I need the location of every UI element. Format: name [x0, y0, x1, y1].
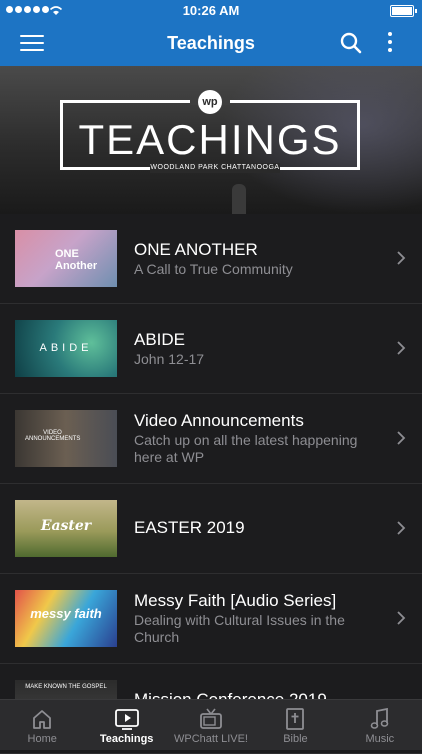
tab-music[interactable]: Music	[338, 700, 422, 750]
thumbnail-text: ONE Another	[55, 248, 98, 272]
hero-subline: WOODLAND PARK CHATTANOOGA	[150, 163, 280, 173]
teachings-list: ONE Another ONE ANOTHER A Call to True C…	[0, 214, 422, 754]
list-item-one-another[interactable]: ONE Another ONE ANOTHER A Call to True C…	[0, 214, 422, 304]
wp-logo-badge: wp	[198, 90, 222, 114]
item-title: Video Announcements	[134, 411, 304, 430]
tab-label: Music	[365, 733, 395, 745]
list-item-abide[interactable]: ABIDE ABIDE John 12-17	[0, 304, 422, 394]
header-bar: Teachings	[0, 22, 422, 66]
tv-icon	[200, 708, 222, 729]
thumbnail-text: Easter	[40, 518, 92, 534]
status-time: 10:26 AM	[182, 3, 240, 18]
thumbnail-text: MAKE KNOWN THE GOSPEL	[25, 684, 107, 690]
bottom-tab-bar: Home Teachings WPChatt LIVE! Bible Music	[0, 699, 422, 750]
search-icon[interactable]	[340, 32, 362, 54]
thumbnail-text: messy faith	[30, 606, 102, 621]
speaker-silhouette	[232, 184, 246, 214]
status-bar: 10:26 AM	[0, 0, 422, 22]
video-play-icon	[114, 709, 139, 730]
music-note-icon	[370, 708, 389, 729]
more-vertical-icon[interactable]	[388, 32, 394, 56]
list-item-messy-faith[interactable]: messy faith Messy Faith [Audio Series] D…	[0, 574, 422, 664]
hero-logo-text: TEACHINGS	[78, 116, 342, 163]
tab-label: Bible	[283, 733, 308, 745]
thumbnail-text: VIDEO ANNOUNCEMENTS	[25, 430, 81, 442]
tab-label: Teachings	[99, 733, 154, 745]
tab-teachings[interactable]: Teachings	[84, 700, 168, 750]
item-title: ABIDE	[134, 330, 186, 349]
thumbnail-messy-faith: messy faith	[15, 590, 117, 647]
chevron-right-icon	[397, 341, 406, 355]
chevron-right-icon	[397, 431, 406, 445]
tab-label: Home	[27, 733, 57, 745]
chevron-right-icon	[397, 251, 406, 265]
tab-label: WPChatt LIVE!	[174, 733, 248, 745]
list-item-video-announcements[interactable]: VIDEO ANNOUNCEMENTS Video Announcements …	[0, 394, 422, 484]
item-subtitle: John 12-17	[134, 351, 205, 367]
tab-wpchatt-live[interactable]: WPChatt LIVE!	[169, 700, 253, 750]
item-title: ONE ANOTHER	[134, 240, 258, 259]
tab-bible[interactable]: Bible	[253, 700, 337, 750]
thumbnail-abide: ABIDE	[15, 320, 117, 377]
chevron-right-icon	[397, 611, 406, 625]
hero-banner: wp TEACHINGS WOODLAND PARK CHATTANOOGA	[0, 66, 422, 214]
bible-icon	[286, 708, 305, 730]
list-item-easter-2019[interactable]: Easter EASTER 2019	[0, 484, 422, 574]
thumbnail-text: ABIDE	[39, 342, 93, 354]
item-title: EASTER 2019	[134, 518, 245, 537]
item-subtitle: A Call to True Community	[134, 261, 293, 277]
tab-home[interactable]: Home	[0, 700, 84, 750]
thumbnail-video-announcements: VIDEO ANNOUNCEMENTS	[15, 410, 117, 467]
item-subtitle: Dealing with Cultural Issues in the Chur…	[134, 612, 345, 645]
chevron-right-icon	[397, 521, 406, 535]
item-subtitle: Catch up on all the latest happening her…	[134, 432, 358, 465]
item-title: Messy Faith [Audio Series]	[134, 591, 337, 610]
battery-icon	[390, 5, 417, 17]
home-icon	[33, 710, 52, 729]
thumbnail-easter: Easter	[15, 500, 117, 557]
thumbnail-one-another: ONE Another	[15, 230, 117, 287]
